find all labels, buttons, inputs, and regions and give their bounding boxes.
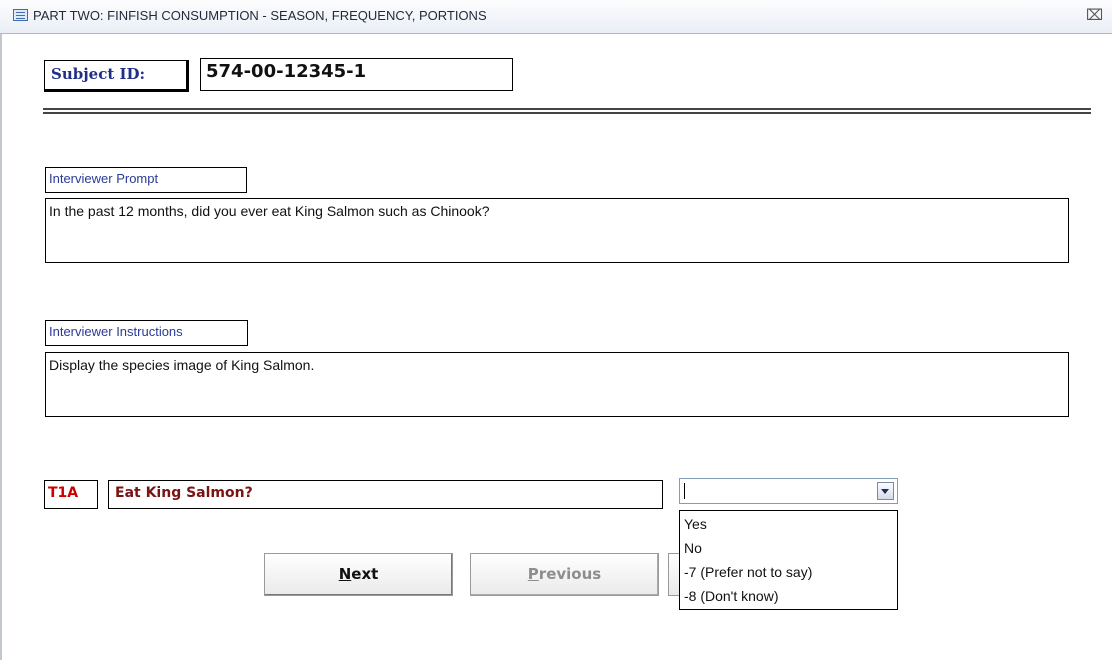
window-title: PART TWO: FINFISH CONSUMPTION - SEASON, … — [33, 8, 487, 23]
previous-button[interactable]: Previous — [470, 553, 659, 596]
text-caret — [684, 483, 685, 499]
next-mnemonic: N — [338, 565, 352, 583]
question-code: T1A — [44, 480, 98, 509]
previous-mnemonic: P — [527, 565, 539, 583]
form-icon — [13, 9, 28, 21]
question-text: Eat King Salmon? — [108, 480, 663, 509]
next-label-rest: ext — [351, 565, 379, 583]
chevron-down-icon — [881, 489, 889, 494]
next-button[interactable]: Next — [264, 553, 453, 596]
answer-dropdown-list[interactable]: Yes No -7 (Prefer not to say) -8 (Don't … — [679, 510, 898, 610]
subject-id-field[interactable]: 574-00-12345-1 — [200, 58, 513, 91]
interviewer-instructions-label: Interviewer Instructions — [45, 320, 248, 346]
option-dont-know[interactable]: -8 (Don't know) — [680, 584, 897, 608]
dropdown-arrow-button[interactable] — [877, 482, 894, 500]
option-prefer-not-to-say[interactable]: -7 (Prefer not to say) — [680, 560, 897, 584]
left-border — [0, 34, 2, 660]
interviewer-instructions-text[interactable]: Display the species image of King Salmon… — [45, 352, 1069, 417]
answer-combobox[interactable] — [679, 478, 898, 504]
option-yes[interactable]: Yes — [680, 512, 897, 536]
option-no[interactable]: No — [680, 536, 897, 560]
title-bar: PART TWO: FINFISH CONSUMPTION - SEASON, … — [0, 0, 1112, 34]
header-divider-bottom — [43, 112, 1091, 114]
close-icon[interactable]: ⌧ — [1086, 6, 1103, 24]
interviewer-prompt-text[interactable]: In the past 12 months, did you ever eat … — [45, 198, 1069, 263]
header-divider-top — [43, 108, 1091, 110]
subject-id-label: Subject ID: — [44, 60, 189, 92]
previous-label-rest: revious — [538, 565, 602, 583]
interviewer-prompt-label: Interviewer Prompt — [45, 167, 247, 193]
